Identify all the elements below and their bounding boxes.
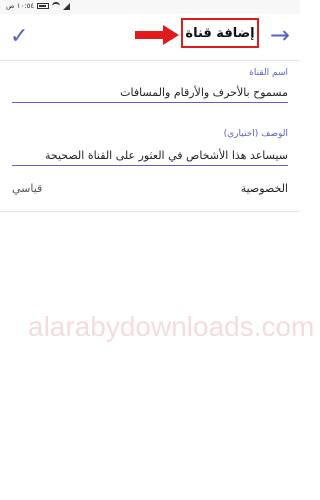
status-icons: ١٠:٥٤ ص <box>6 2 71 10</box>
status-time: ١٠:٥٤ ص <box>6 2 35 10</box>
watermark: alarabydownloads.com <box>28 311 315 342</box>
privacy-value[interactable]: قياسي <box>12 182 42 195</box>
channel-name-input[interactable]: مسموح بالأحرف والأرقام والمسافات <box>120 86 288 99</box>
description-input[interactable]: سيساعد هذا الأشخاص في العثور على القناة … <box>45 149 288 162</box>
description-label: الوصف (اختياري) <box>223 129 288 139</box>
app-bar: ✓ إضافة قناة → <box>0 14 300 61</box>
wifi-icon <box>52 2 61 10</box>
check-icon[interactable]: ✓ <box>10 24 28 49</box>
privacy-row[interactable]: الخصوصية قياسي <box>12 180 288 204</box>
channel-name-underline <box>12 102 288 103</box>
arrow-right-icon[interactable]: → <box>270 21 290 49</box>
red-arrow-icon <box>135 25 179 45</box>
description-underline <box>12 165 288 166</box>
channel-name-label: اسم القناة <box>249 68 288 78</box>
battery-icon <box>37 3 50 9</box>
page-title: إضافة قناة <box>181 18 259 48</box>
status-bar: ١٠:٥٤ ص <box>0 0 300 14</box>
signal-icon <box>63 2 71 10</box>
privacy-label: الخصوصية <box>240 182 288 195</box>
divider <box>0 211 300 212</box>
